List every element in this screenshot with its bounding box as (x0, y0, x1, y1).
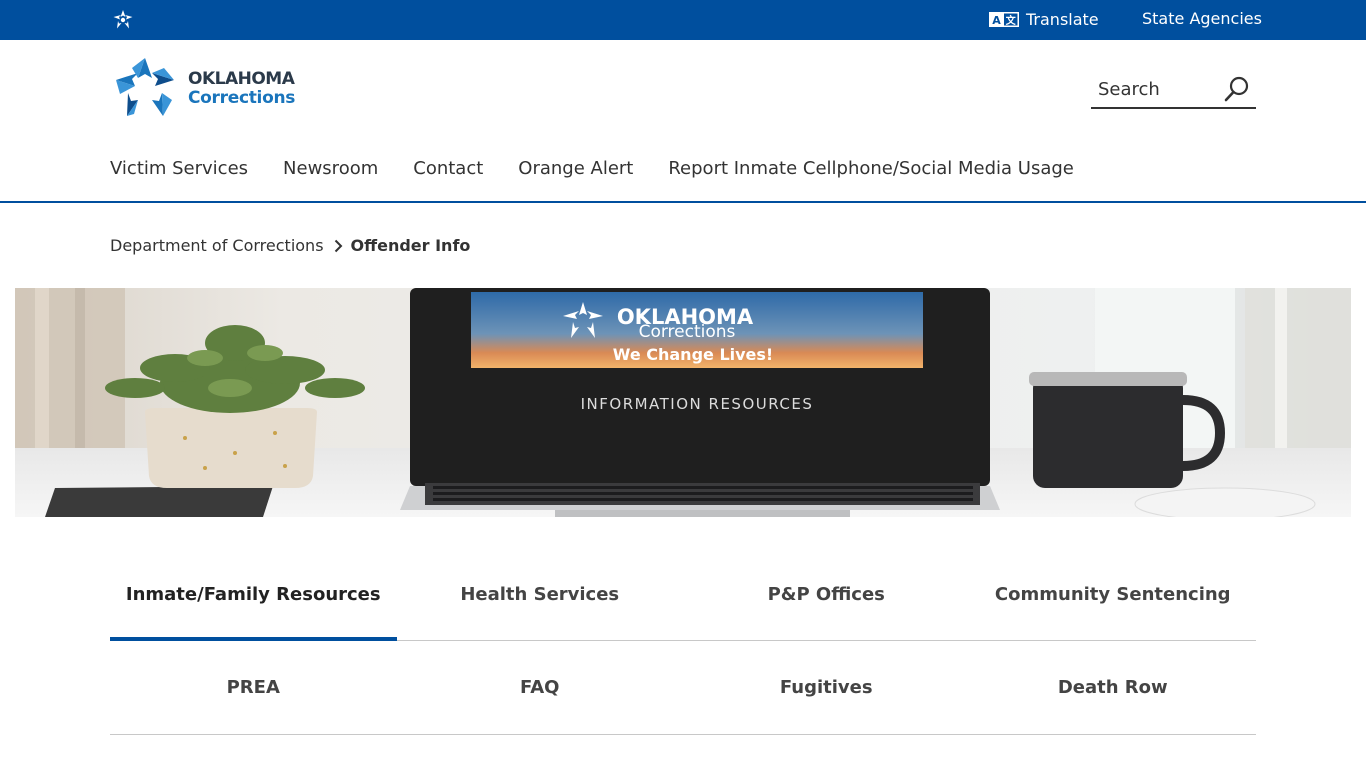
nav-contact[interactable]: Contact (413, 158, 483, 179)
chevron-right-icon (334, 239, 342, 252)
screen-logo-line2: Corrections (639, 322, 736, 342)
screen-tagline: We Change Lives! (613, 345, 773, 364)
tab-community-sentencing[interactable]: Community Sentencing (970, 548, 1257, 640)
tab-pp-offices[interactable]: P&P Offices (683, 548, 970, 640)
tab-death-row[interactable]: Death Row (970, 641, 1257, 734)
hero-banner-image: OKLAHOMA Corrections We Change Lives! IN… (15, 288, 1351, 517)
nav-newsroom[interactable]: Newsroom (283, 158, 378, 179)
breadcrumb-current-offender-info: Offender Info (350, 236, 471, 255)
breadcrumb-department-of-corrections[interactable]: Department of Corrections (110, 236, 324, 255)
breadcrumb: Department of Corrections Offender Info (110, 236, 470, 255)
nav-divider (0, 201, 1366, 203)
translate-label: Translate (1026, 9, 1099, 29)
translate-icon: A 文 (989, 11, 1019, 27)
nav-orange-alert[interactable]: Orange Alert (518, 158, 633, 179)
resource-tabs-secondary: PREA FAQ Fugitives Death Row (110, 641, 1256, 735)
logo-corrections-text: Corrections (188, 88, 296, 108)
svg-text:文: 文 (1006, 14, 1017, 27)
nav-victim-services[interactable]: Victim Services (110, 158, 248, 179)
top-bar: A 文 Translate State Agencies (0, 0, 1366, 40)
main-navigation: Victim Services Newsroom Contact Orange … (110, 158, 1109, 179)
tab-faq[interactable]: FAQ (397, 641, 684, 734)
translate-button[interactable]: A 文 Translate (989, 9, 1099, 29)
hero-illustration: OKLAHOMA Corrections We Change Lives! IN… (15, 288, 1351, 517)
search-icon[interactable] (1224, 76, 1250, 102)
tab-prea[interactable]: PREA (110, 641, 397, 734)
nav-report-inmate-cellphone[interactable]: Report Inmate Cellphone/Social Media Usa… (668, 158, 1074, 179)
search-box (1091, 72, 1256, 109)
resource-tabs: Inmate/Family Resources Health Services … (110, 548, 1256, 641)
site-logo[interactable]: OKLAHOMA Corrections (112, 56, 295, 122)
search-input[interactable] (1091, 79, 1211, 100)
oklahoma-corrections-star-logo-icon (116, 58, 174, 116)
logo-oklahoma-text: OKLAHOMA (188, 69, 295, 89)
tab-fugitives[interactable]: Fugitives (683, 641, 970, 734)
tab-health-services[interactable]: Health Services (397, 548, 684, 640)
state-agencies-link[interactable]: State Agencies (1142, 9, 1262, 28)
svg-text:A: A (992, 14, 1001, 27)
screen-caption: INFORMATION RESOURCES (581, 395, 814, 413)
oklahoma-star-icon[interactable] (112, 9, 134, 31)
tab-inmate-family-resources[interactable]: Inmate/Family Resources (110, 548, 397, 641)
